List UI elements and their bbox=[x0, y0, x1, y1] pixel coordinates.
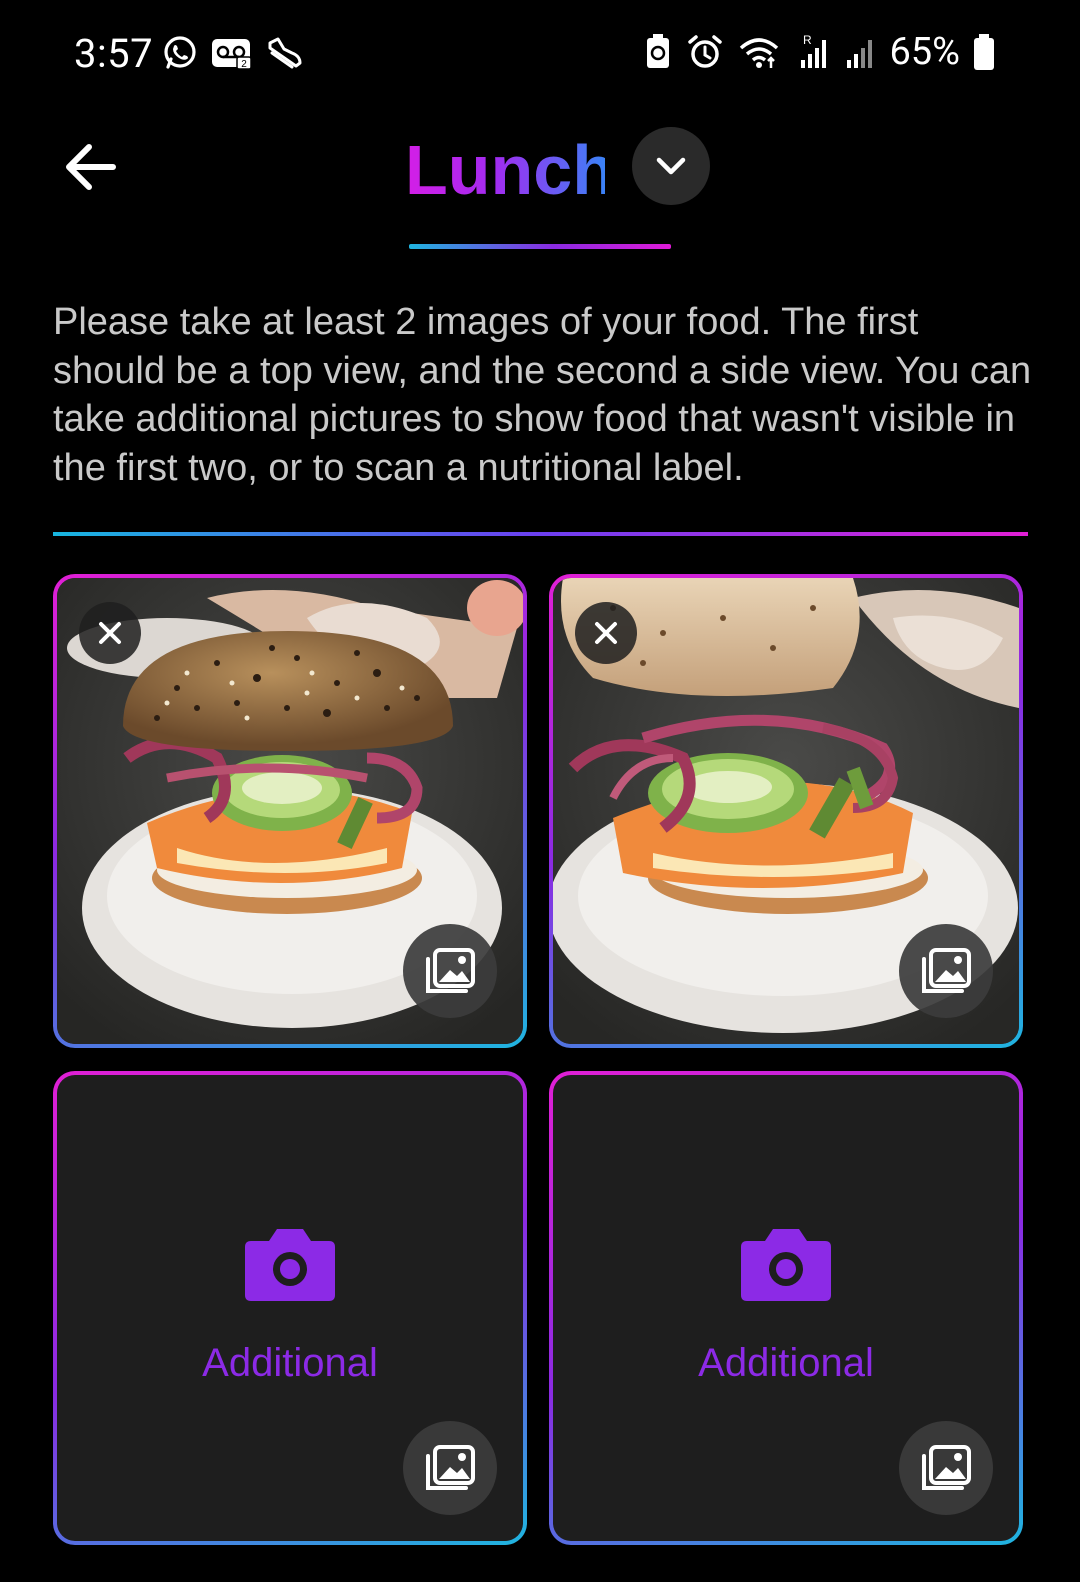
gallery-button[interactable] bbox=[403, 1421, 497, 1515]
status-bar: 3:57 2 R 65% bbox=[0, 0, 1080, 110]
camera-icon bbox=[741, 1229, 831, 1301]
battery-percent: 65% bbox=[889, 30, 960, 74]
instructions-text: Please take at least 2 images of your fo… bbox=[53, 301, 1032, 489]
close-icon bbox=[595, 622, 617, 644]
svg-text:2: 2 bbox=[241, 59, 247, 70]
remove-photo-button[interactable] bbox=[79, 602, 141, 664]
photo-slot-1[interactable] bbox=[53, 574, 527, 1048]
camera-icon bbox=[245, 1229, 335, 1301]
status-left-icons: 2 bbox=[160, 33, 304, 73]
slot-label: Additional bbox=[698, 1341, 874, 1385]
wifi-icon bbox=[740, 38, 779, 68]
gallery-icon bbox=[922, 1445, 971, 1490]
battery-icon bbox=[974, 34, 994, 70]
meal-title[interactable]: Lunch bbox=[405, 128, 615, 212]
battery-saver-icon bbox=[647, 34, 670, 68]
arrow-left-icon bbox=[66, 144, 116, 190]
alarm-icon bbox=[688, 35, 723, 68]
gallery-button[interactable] bbox=[899, 924, 993, 1018]
whatsapp-icon bbox=[164, 36, 196, 69]
gallery-icon bbox=[426, 1445, 475, 1490]
chevron-down-icon bbox=[656, 157, 686, 175]
status-right: R 65% bbox=[643, 30, 996, 74]
close-icon bbox=[99, 622, 121, 644]
slot-label: Additional bbox=[202, 1341, 378, 1385]
shoe-icon bbox=[268, 37, 302, 69]
signal-icon bbox=[847, 40, 873, 68]
photo-slot-4[interactable]: Additional bbox=[549, 1071, 1023, 1545]
signal-icon: R bbox=[801, 33, 827, 68]
gallery-icon bbox=[426, 948, 475, 993]
back-button[interactable] bbox=[58, 135, 122, 199]
meal-dropdown-button[interactable] bbox=[632, 127, 710, 205]
voicemail-icon: 2 bbox=[212, 39, 252, 70]
divider bbox=[53, 532, 1028, 536]
photo-slot-2[interactable] bbox=[549, 574, 1023, 1048]
gallery-icon bbox=[922, 948, 971, 993]
svg-text:R: R bbox=[803, 33, 812, 47]
title-underline bbox=[409, 244, 671, 249]
gallery-button[interactable] bbox=[403, 924, 497, 1018]
status-time: 3:57 bbox=[74, 30, 154, 77]
gallery-button[interactable] bbox=[899, 1421, 993, 1515]
remove-photo-button[interactable] bbox=[575, 602, 637, 664]
photo-slot-3[interactable]: Additional bbox=[53, 1071, 527, 1545]
